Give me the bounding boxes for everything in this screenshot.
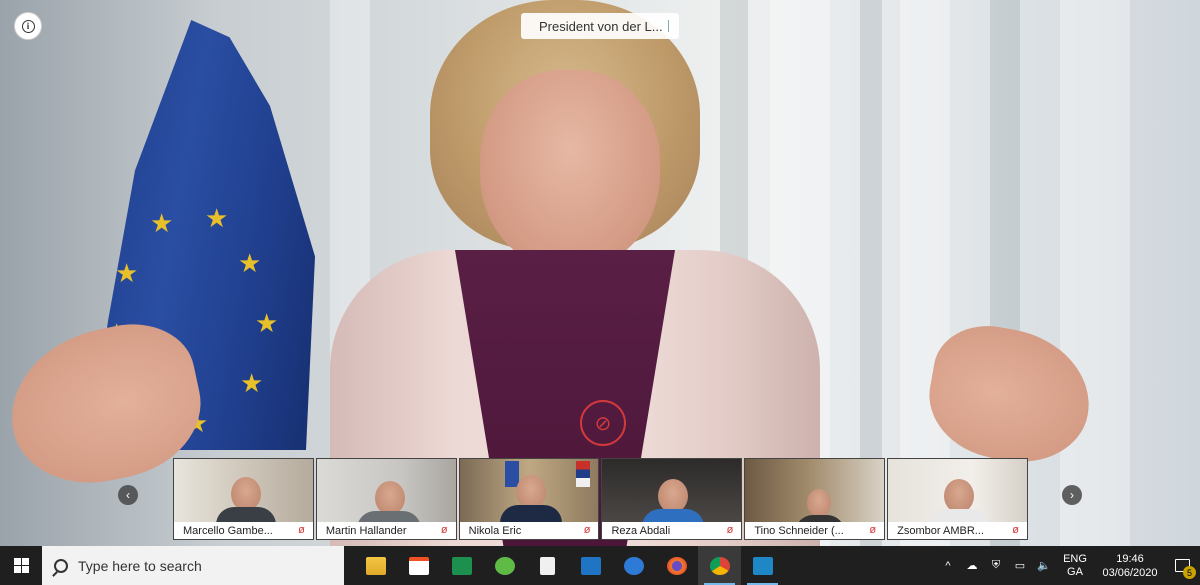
participant-name: Marcello Gambe...: [183, 524, 273, 537]
participant-name-label: Martin Hallander ø: [316, 522, 456, 539]
remote-desktop-icon: [752, 556, 773, 575]
participant-video: [745, 459, 885, 537]
spreadsheet-icon: [451, 556, 472, 575]
participant-head: [231, 477, 261, 511]
serbian-flag-small: [575, 461, 590, 487]
taskbar: Type here to search ^ ☁ ⛨ ▭ 🔈 ENG GA 19:…: [0, 546, 1200, 585]
participant-video: [174, 459, 313, 537]
background-window-frame: [1060, 0, 1130, 546]
participant-tile[interactable]: Zsombor AMBR... ø: [887, 458, 1028, 540]
active-speaker-label: President von der L...: [521, 13, 679, 39]
participant-name-label: Marcello Gambe... ø: [174, 522, 313, 539]
mail-app[interactable]: [569, 546, 612, 585]
windows-icon: [13, 558, 29, 573]
participant-name: Martin Hallander: [325, 524, 407, 537]
participant-head: [374, 481, 405, 515]
mic-off-icon: ø: [869, 524, 877, 536]
cloud-app[interactable]: [483, 546, 526, 585]
participant-name: Tino Schneider (...: [754, 524, 844, 537]
search-placeholder: Type here to search: [78, 557, 202, 574]
participant-tile[interactable]: Tino Schneider (... ø: [744, 458, 886, 540]
mic-off-icon: ø: [583, 524, 591, 536]
participant-video: [602, 459, 742, 537]
document-icon: [540, 556, 555, 575]
edge-app[interactable]: [612, 546, 655, 585]
participant-head: [807, 489, 832, 517]
participant-name: Zsombor AMBR...: [897, 524, 984, 537]
participant-tile[interactable]: Reza Abdali ø: [601, 458, 743, 540]
spreadsheet-app[interactable]: [440, 546, 483, 585]
start-button[interactable]: [0, 546, 42, 585]
security-icon[interactable]: ⛨: [984, 559, 1008, 572]
mic-off-icon: ø: [298, 524, 305, 536]
speaker-muted-icon: ⊘: [580, 400, 626, 446]
mic-off-icon: ø: [1012, 524, 1019, 536]
clock-time: 19:46: [1116, 552, 1144, 565]
input-language[interactable]: ENG GA: [1060, 553, 1090, 579]
file-app[interactable]: [526, 546, 569, 585]
next-participants-button[interactable]: ›: [1062, 485, 1082, 505]
participant-name-label: Nikola Eric ø: [459, 522, 599, 539]
clock[interactable]: 19:46 03/06/2020: [1096, 552, 1164, 580]
system-tray: ^ ☁ ⛨ ▭ 🔈 ENG GA 19:46 03/06/2020 5: [936, 546, 1200, 585]
participant-name: Reza Abdali: [611, 524, 671, 537]
participant-video: [459, 459, 599, 537]
keyboard-layout: GA: [1067, 565, 1083, 578]
participant-tile[interactable]: Martin Hallander ø: [315, 458, 457, 540]
mail-icon: [580, 556, 601, 575]
chevron-left-icon: ‹: [126, 488, 130, 502]
chrome-app[interactable]: [698, 546, 741, 585]
firefox-icon: [666, 556, 687, 575]
pinned-apps: [354, 546, 784, 585]
participant-video: [316, 459, 456, 537]
edge-icon: [623, 556, 644, 575]
info-icon: i: [21, 19, 35, 33]
clock-date: 03/06/2020: [1102, 566, 1158, 579]
firefox-app[interactable]: [655, 546, 698, 585]
active-speaker-name: President von der L...: [539, 18, 663, 34]
chevron-right-icon: ›: [1070, 488, 1074, 502]
info-button[interactable]: i: [14, 12, 42, 40]
eu-flag-small: [504, 461, 519, 487]
file-explorer-app[interactable]: [354, 546, 397, 585]
cloud-icon: [494, 556, 515, 575]
folder-icon: [365, 556, 386, 575]
chrome-icon: [709, 556, 730, 575]
network-icon[interactable]: ▭: [1008, 559, 1032, 572]
notification-badge: 5: [1183, 566, 1196, 579]
volume-icon[interactable]: 🔈: [1032, 559, 1056, 572]
prev-participants-button[interactable]: ‹: [118, 485, 138, 505]
search-icon: [54, 558, 68, 573]
store-icon: [408, 556, 429, 575]
participant-name-label: Zsombor AMBR... ø: [888, 522, 1027, 539]
participant-name-label: Tino Schneider (... ø: [745, 522, 885, 539]
tray-overflow-button[interactable]: ^: [936, 560, 960, 572]
onedrive-icon[interactable]: ☁: [960, 559, 984, 572]
remote-desktop-app[interactable]: [741, 546, 784, 585]
language-code: ENG: [1063, 552, 1087, 565]
mic-off-icon: ø: [726, 524, 734, 536]
participant-name-label: Reza Abdali ø: [602, 522, 742, 539]
participant-video: [888, 459, 1027, 537]
taskbar-search[interactable]: Type here to search: [42, 546, 344, 585]
participant-head: [944, 479, 975, 513]
store-app[interactable]: [397, 546, 440, 585]
participant-tile[interactable]: Marcello Gambe... ø: [173, 458, 314, 540]
label-divider: [668, 20, 669, 32]
mic-off-icon: ⊘: [594, 412, 612, 435]
participant-tile[interactable]: Nikola Eric ø: [458, 458, 600, 540]
participant-strip: Marcello Gambe... ø Martin Hallander ø N…: [173, 458, 1028, 540]
speaker-face: [480, 70, 660, 270]
participant-name: Nikola Eric: [468, 524, 522, 537]
action-center-button[interactable]: 5: [1164, 546, 1200, 585]
participant-head: [658, 479, 689, 513]
participant-head: [515, 475, 546, 509]
mic-off-icon: ø: [440, 524, 448, 536]
